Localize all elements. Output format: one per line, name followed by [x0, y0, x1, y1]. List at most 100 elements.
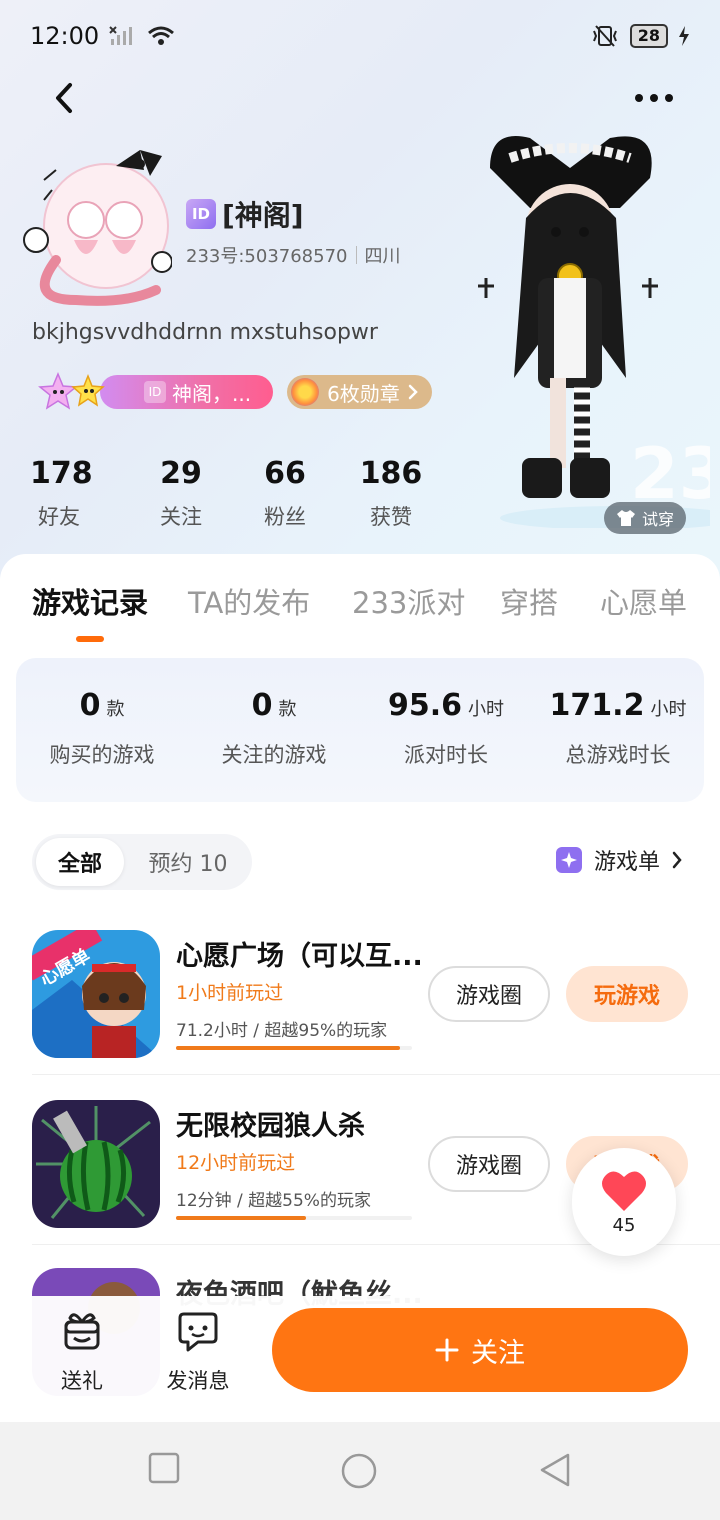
game-icon[interactable] [32, 1100, 160, 1228]
game-circle-button[interactable]: 游戏圈 [428, 966, 550, 1022]
more-dots-icon [635, 94, 673, 102]
id-badge-icon: ID [144, 381, 166, 403]
clock: 12:00 [30, 22, 100, 50]
summary-value: 171.2 [549, 688, 645, 723]
game-list-label: 游戏单 [593, 850, 660, 875]
gift-icon [64, 1313, 100, 1350]
summary-unit: 小时 [468, 699, 505, 720]
playtime-bar-fill [176, 1046, 401, 1050]
medals-button[interactable]: 6枚勋章 [287, 375, 432, 409]
game-title[interactable]: 心愿广场（可以互... [176, 934, 426, 973]
game-title[interactable]: 无限校园狼人杀 [176, 1104, 426, 1143]
summary-unit: 款 [278, 699, 297, 720]
profile-tabs: 游戏记录 TA的发布 233派对 穿搭 心愿单 [0, 580, 720, 650]
vibrate-icon [592, 25, 617, 47]
summary-label: 派对时长 [404, 743, 488, 767]
stat-label: 获赞 [370, 505, 412, 529]
playtime-bar [176, 1216, 412, 1220]
playtime-bar [176, 1046, 412, 1050]
tab-posts[interactable]: TA的发布 [188, 580, 310, 622]
profile-bio: bkjhgsvvdhddrnn mxstuhsopwr [32, 320, 378, 345]
tab-wishlist[interactable]: 心愿单 [600, 580, 687, 622]
playtime-bar-fill [176, 1216, 306, 1220]
back-nav-icon[interactable] [538, 1452, 572, 1488]
profile-header: 12:00 28 ID [神阁] 233号:503768570 四川 bkjhg… [0, 0, 720, 580]
stat-value: 178 [30, 456, 93, 491]
gift-label: 送礼 [61, 1369, 103, 1393]
recents-icon[interactable] [148, 1452, 180, 1484]
heart-icon [602, 1170, 646, 1211]
try-on-button[interactable]: 试穿 [604, 502, 687, 534]
game-list-link[interactable]: 游戏单 [555, 844, 682, 876]
game-stat: 71.2小时 / 超越95%的玩家 [176, 1021, 388, 1041]
filter-row: 全部 预约 10 游戏单 [32, 834, 692, 890]
stat-likes[interactable]: 186 获赞 [346, 456, 436, 531]
chevron-right-icon [672, 851, 682, 869]
chevron-right-icon [408, 384, 418, 400]
stat-label: 关注 [160, 505, 202, 529]
message-button[interactable]: 发消息 [148, 1308, 248, 1395]
tab-party[interactable]: 233派对 [352, 580, 465, 622]
message-label: 发消息 [166, 1369, 230, 1393]
user-id[interactable]: 233号:503768570 [186, 242, 348, 268]
chevron-left-icon [56, 83, 72, 113]
like-button[interactable]: 45 [572, 1148, 676, 1256]
like-count: 45 [612, 1214, 636, 1236]
try-on-label: 试穿 [642, 510, 675, 529]
star-badge-icon [38, 372, 105, 410]
region: 四川 [364, 246, 401, 267]
status-bar: 12:00 28 [0, 0, 720, 72]
summary-party-time: 95.6 小时 派对时长 [360, 688, 532, 769]
filter-all[interactable]: 全部 [36, 838, 124, 886]
game-last-played: 1小时前玩过 [176, 982, 284, 1004]
system-nav-bar [0, 1422, 720, 1520]
profile-stats: 178 好友 29 关注 66 粉丝 186 获赞 [30, 456, 436, 531]
summary-purchased: 0款 购买的游戏 [16, 688, 188, 769]
id-badge-icon: ID [186, 199, 216, 229]
stat-following[interactable]: 29 关注 [136, 456, 226, 531]
summary-label: 关注的游戏 [221, 743, 327, 767]
top-nav [0, 70, 720, 126]
stat-value: 29 [160, 456, 202, 491]
stat-value: 186 [359, 456, 423, 491]
profile-name: [神阁] [222, 199, 304, 232]
summary-followed: 0款 关注的游戏 [188, 688, 360, 769]
stat-friends[interactable]: 178 好友 [30, 456, 93, 531]
signal-icon [109, 26, 133, 45]
game-icon[interactable]: 心愿单 [32, 930, 160, 1058]
game-last-played: 12小时前玩过 [176, 1152, 296, 1174]
game-item[interactable]: 心愿单 心愿广场（可以互... 1小时前玩过 71.2小时 / 超越95%的玩家… [32, 930, 688, 1060]
title-badge-label: 神阁，... [172, 381, 252, 406]
bottom-action-bar: 送礼 发消息 关注 [0, 1296, 720, 1422]
tab-outfits[interactable]: 穿搭 [500, 580, 558, 622]
filter-reserved[interactable]: 预约 10 [128, 838, 248, 886]
title-badge[interactable]: ID 神阁，... [100, 375, 274, 409]
summary-unit: 小时 [650, 699, 687, 720]
play-game-button[interactable]: 玩游戏 [566, 966, 688, 1022]
separator [355, 246, 357, 264]
shirt-icon [617, 510, 635, 526]
follow-button[interactable]: 关注 [272, 1308, 688, 1392]
stat-fans[interactable]: 66 粉丝 [240, 456, 330, 531]
medals-label: 6枚勋章 [327, 381, 400, 406]
stat-value: 66 [264, 456, 306, 491]
more-button[interactable] [624, 76, 684, 120]
gift-button[interactable]: 送礼 [32, 1308, 132, 1395]
battery-indicator: 28 [629, 24, 668, 48]
tab-indicator [76, 636, 104, 642]
home-icon[interactable] [340, 1452, 378, 1490]
avatar-image [23, 150, 173, 306]
medal-icon [291, 378, 320, 406]
summary-label: 购买的游戏 [49, 743, 155, 767]
chat-icon [178, 1312, 218, 1352]
summary-total-time: 171.2 小时 总游戏时长 [532, 688, 704, 769]
avatar-character[interactable]: 233 [470, 128, 710, 528]
tab-game-records[interactable]: 游戏记录 [32, 580, 148, 622]
game-summary: 0款 购买的游戏 0款 关注的游戏 95.6 小时 派对时长 171.2 小时 总游… [16, 658, 704, 802]
back-button[interactable] [44, 76, 84, 120]
game-circle-button[interactable]: 游戏圈 [428, 1136, 550, 1192]
sparkle-icon [555, 847, 582, 873]
stat-label: 粉丝 [264, 505, 306, 529]
avatar[interactable] [16, 140, 173, 312]
summary-unit: 款 [106, 699, 125, 720]
